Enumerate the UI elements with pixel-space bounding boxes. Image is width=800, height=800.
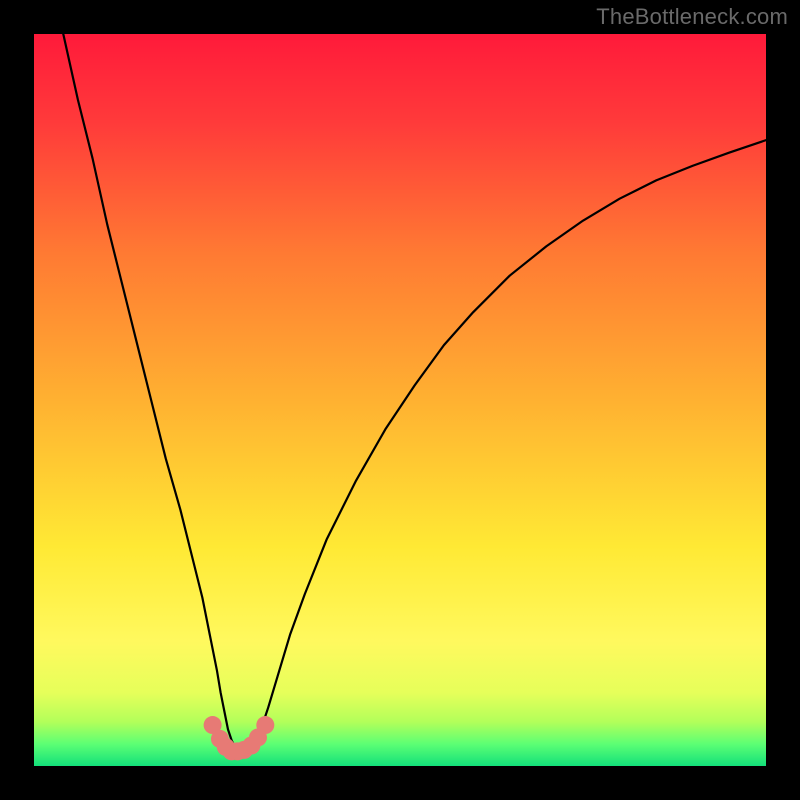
gradient-background [34,34,766,766]
chart-frame: TheBottleneck.com [0,0,800,800]
marker-dot [256,716,274,734]
chart-svg [34,34,766,766]
plot-area [34,34,766,766]
watermark-text: TheBottleneck.com [596,4,788,30]
